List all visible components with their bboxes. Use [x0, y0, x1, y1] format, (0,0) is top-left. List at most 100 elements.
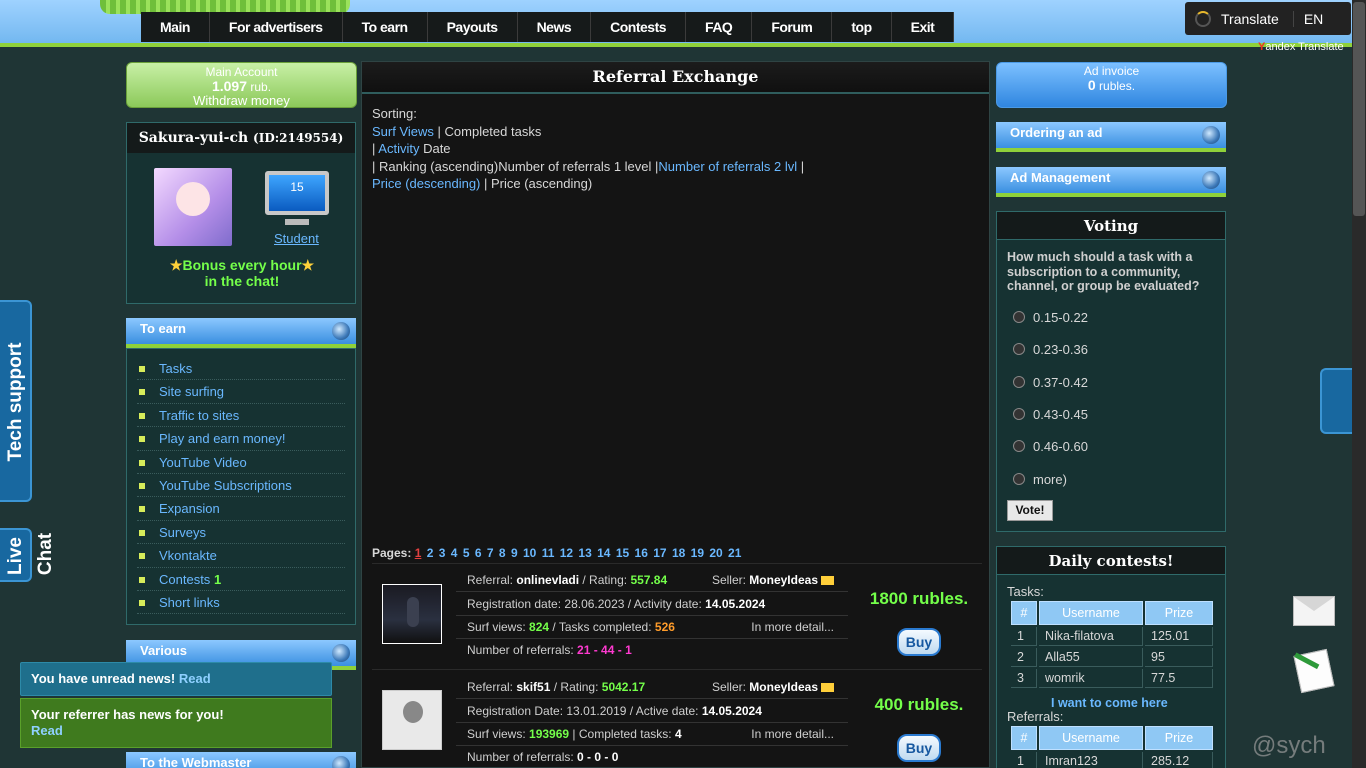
nav-news[interactable]: News	[518, 12, 592, 42]
sort-price-asc[interactable]: Price (ascending)	[491, 176, 592, 191]
menu-item-play-and-earn[interactable]: Play and earn money!	[137, 427, 345, 451]
page-link[interactable]: 12	[560, 546, 573, 560]
page-link[interactable]: 13	[578, 546, 591, 560]
vote-option[interactable]: 0.46-0.60	[1013, 439, 1088, 454]
page-link[interactable]: 18	[672, 546, 685, 560]
vote-option[interactable]: 0.23-0.36	[1013, 342, 1088, 357]
bonus-chat-notice[interactable]: ★Bonus every hour★ in the chat!	[147, 257, 337, 289]
menu-item-short-links[interactable]: Short links	[137, 591, 345, 615]
vote-option[interactable]: 0.15-0.22	[1013, 310, 1088, 325]
tech-support-tab[interactable]: Tech support	[0, 300, 32, 502]
page-link[interactable]: 21	[728, 546, 741, 560]
referral-avatar[interactable]	[382, 690, 442, 750]
avatar[interactable]	[154, 168, 232, 246]
vote-option[interactable]: 0.37-0.42	[1013, 375, 1088, 390]
live-chat-label[interactable]: Chat	[35, 528, 57, 582]
page-link[interactable]: 5	[463, 546, 470, 560]
mail-icon[interactable]	[821, 683, 834, 693]
menu-item-tasks[interactable]: Tasks	[137, 357, 345, 381]
rank-link[interactable]: Student	[274, 231, 319, 246]
language-selector[interactable]: EN	[1292, 10, 1323, 27]
page-link[interactable]: 10	[523, 546, 536, 560]
page-link[interactable]: 20	[709, 546, 722, 560]
read-referrer-news-link[interactable]: Read	[31, 723, 63, 738]
globe-icon	[1202, 171, 1220, 189]
page-link[interactable]: 8	[499, 546, 506, 560]
sort-referrals-level1[interactable]: Number of referrals 1 level	[498, 159, 651, 174]
page-link[interactable]: 15	[616, 546, 629, 560]
menu-item-vkontakte[interactable]: Vkontakte	[137, 544, 345, 568]
nav-contests[interactable]: Contests	[591, 12, 687, 42]
page-link[interactable]: 9	[511, 546, 518, 560]
to-earn-header[interactable]: To earn	[126, 318, 356, 348]
radio-icon	[1013, 473, 1025, 485]
sort-surf-views[interactable]: Surf Views	[372, 124, 434, 139]
buy-button[interactable]: Buy	[897, 628, 941, 656]
sort-activity[interactable]: Activity	[378, 141, 419, 156]
menu-item-youtube-subscriptions[interactable]: YouTube Subscriptions	[137, 474, 345, 498]
daily-contests-title: Daily contests!	[997, 547, 1225, 575]
scrollbar-thumb[interactable]	[1353, 2, 1365, 216]
menu-item-surveys[interactable]: Surveys	[137, 521, 345, 545]
notepad-pencil-icon[interactable]	[1293, 648, 1335, 694]
radio-icon	[1013, 440, 1025, 452]
page-link[interactable]: 1	[415, 546, 422, 560]
nav-payouts[interactable]: Payouts	[428, 12, 518, 42]
menu-item-youtube-video[interactable]: YouTube Video	[137, 451, 345, 474]
referral-avatar[interactable]	[382, 584, 442, 644]
table-row: 1 Nika-filatova 125.01	[1011, 627, 1213, 646]
page-link[interactable]: 6	[475, 546, 482, 560]
webmaster-header[interactable]: To the Webmaster	[126, 752, 356, 768]
read-news-link[interactable]: Read	[179, 671, 211, 686]
page-link[interactable]: 7	[487, 546, 494, 560]
mail-icon[interactable]	[821, 576, 834, 586]
page-link[interactable]: 19	[691, 546, 704, 560]
col-rank: #	[1011, 601, 1037, 625]
main-account-box[interactable]: Main Account 1.097 rub. Withdraw money	[126, 62, 357, 108]
menu-item-expansion[interactable]: Expansion	[137, 497, 345, 521]
menu-item-site-surfing[interactable]: Site surfing	[137, 380, 345, 404]
star-icon: ★	[301, 257, 315, 273]
live-chat-tab[interactable]: Live	[0, 528, 32, 582]
sort-referrals-level2[interactable]: Number of referrals 2 lvl	[658, 159, 797, 174]
nav-faq[interactable]: FAQ	[686, 12, 753, 42]
page-link[interactable]: 11	[542, 546, 555, 560]
withdraw-money-link[interactable]: Withdraw money	[127, 94, 356, 108]
ad-management-header[interactable]: Ad Management	[996, 167, 1226, 197]
seller-name[interactable]: MoneyIdeas	[749, 680, 818, 694]
menu-item-contests[interactable]: Contests 1	[137, 568, 345, 591]
more-detail-link[interactable]: In more detail...	[751, 723, 834, 745]
vote-option[interactable]: more)	[1013, 472, 1067, 487]
sort-completed-tasks[interactable]: Completed tasks	[445, 124, 542, 139]
page-link[interactable]: 3	[439, 546, 446, 560]
seller-name[interactable]: MoneyIdeas	[749, 573, 818, 587]
envelope-icon[interactable]	[1293, 596, 1335, 626]
page-link[interactable]: 16	[635, 546, 648, 560]
nav-main[interactable]: Main	[141, 12, 210, 42]
page-link[interactable]: 17	[653, 546, 666, 560]
page-link[interactable]: 2	[427, 546, 434, 560]
nav-exit[interactable]: Exit	[892, 12, 955, 42]
sort-price-desc[interactable]: Price (descending)	[372, 176, 480, 191]
nav-top[interactable]: top	[832, 12, 892, 42]
nav-to-earn[interactable]: To earn	[343, 12, 428, 42]
page-link[interactable]: 4	[451, 546, 458, 560]
ordering-ad-header[interactable]: Ordering an ad	[996, 122, 1226, 152]
nav-forum[interactable]: Forum	[752, 12, 833, 42]
menu-item-traffic-to-sites[interactable]: Traffic to sites	[137, 404, 345, 428]
buy-button[interactable]: Buy	[897, 734, 941, 762]
referrals-contest-table: # Username Prize 1 Imran123 285.12	[1009, 724, 1215, 768]
sort-date[interactable]: Date	[423, 141, 450, 156]
vote-button[interactable]: Vote!	[1007, 500, 1053, 521]
more-detail-link[interactable]: In more detail...	[751, 616, 834, 638]
side-panel-tab[interactable]	[1320, 368, 1352, 434]
vote-option[interactable]: 0.43-0.45	[1013, 407, 1088, 422]
page-link[interactable]: 14	[597, 546, 610, 560]
sort-ranking-asc[interactable]: Ranking (ascending)	[379, 159, 498, 174]
translate-widget[interactable]: Translate EN	[1185, 2, 1351, 35]
want-to-come-here-link[interactable]: I want to come here	[1051, 696, 1168, 710]
nav-for-advertisers[interactable]: For advertisers	[210, 12, 343, 42]
ad-invoice-box[interactable]: Ad invoice 0 rubles.	[996, 62, 1227, 108]
referral-dates-line: Registration date: 28.06.2023 / Activity…	[456, 593, 848, 616]
pagination: Pages: 1 2 3 4 5 6 7 8 9 10 11 12 13 14 …	[372, 546, 743, 560]
